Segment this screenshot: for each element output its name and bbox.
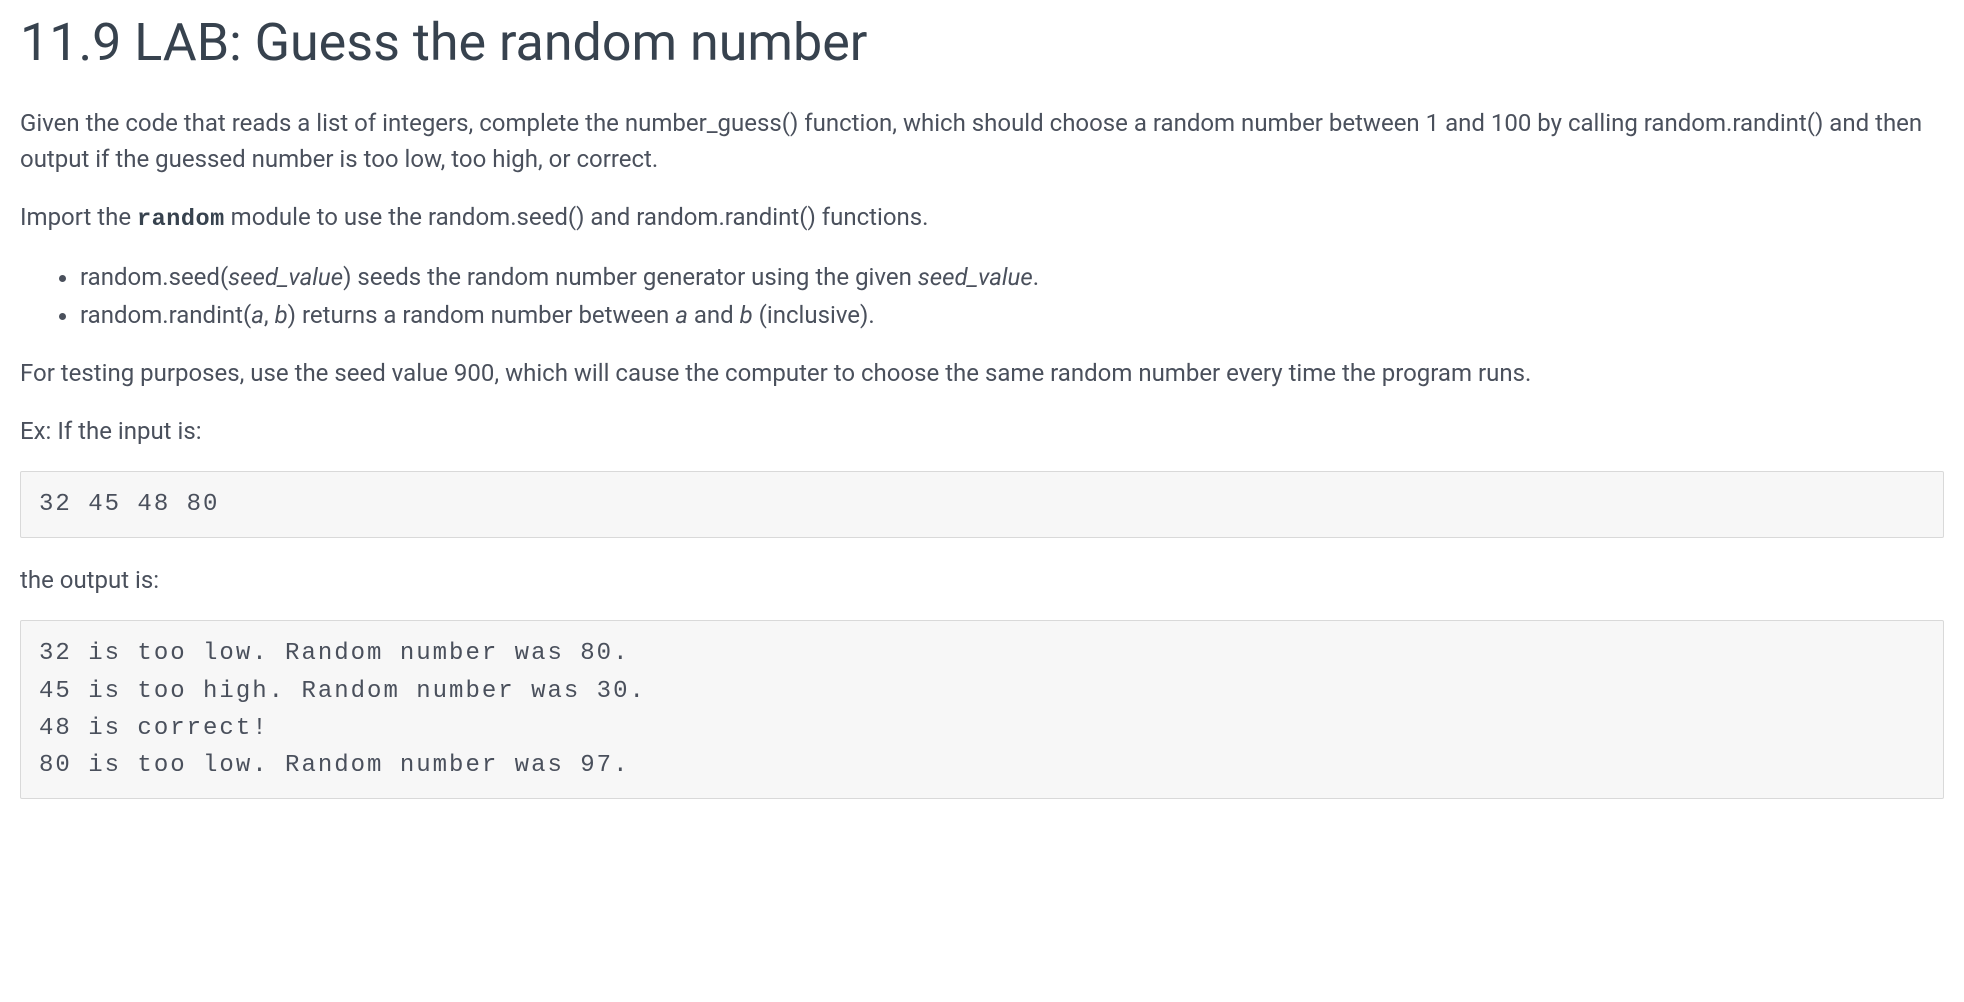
randint-suffix: (inclusive). [753,301,875,329]
code-block-input: 32 45 48 80 [20,471,1944,538]
randint-prefix: random.randint( [80,301,251,329]
list-item: random.seed(seed_value) seeds the random… [80,259,1944,295]
intro-paragraph: Given the code that reads a list of inte… [20,105,1944,177]
page-title: 11.9 LAB: Guess the random number [20,10,1944,75]
randint-mid: ) returns a random number between [288,301,676,329]
randint-arg-b: b [275,301,288,329]
seed-arg2: seed_value [918,263,1033,291]
randint-arg-a: a [251,301,264,329]
seed-prefix: random.seed( [80,263,228,291]
example-input-label: Ex: If the input is: [20,413,1944,449]
seed-mid: ) seeds the random number generator usin… [343,263,918,291]
example-output-label: the output is: [20,562,1944,598]
testing-paragraph: For testing purposes, use the seed value… [20,355,1944,391]
function-list: random.seed(seed_value) seeds the random… [20,259,1944,333]
randint-arg-a2: a [675,301,688,329]
import-suffix: module to use the random.seed() and rand… [225,203,929,231]
import-paragraph: Import the random module to use the rand… [20,199,1944,237]
import-prefix: Import the [20,203,137,231]
randint-arg-b2: b [740,301,753,329]
list-item: random.randint(a, b) returns a random nu… [80,297,1944,333]
seed-arg: seed_value [228,263,343,291]
seed-suffix: . [1033,263,1039,291]
inline-code-random: random [137,206,225,233]
randint-comma: , [264,301,275,329]
randint-and: and [688,301,740,329]
code-block-output: 32 is too low. Random number was 80. 45 … [20,620,1944,799]
